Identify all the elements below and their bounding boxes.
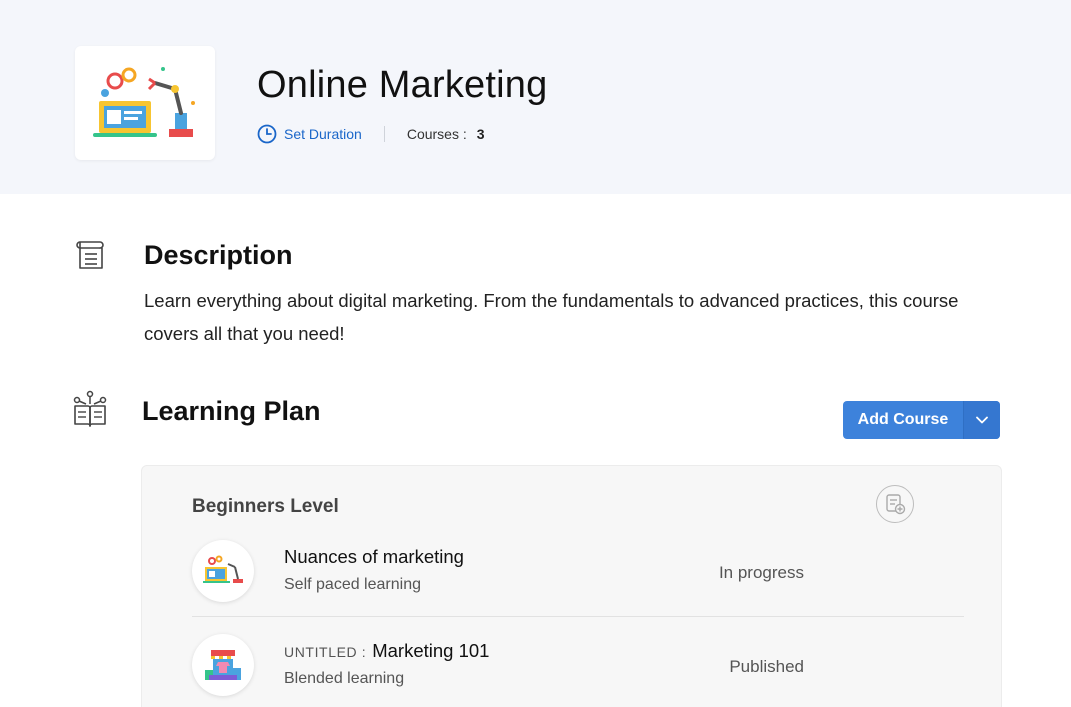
course-header: Online Marketing Set Duration Courses : …: [0, 0, 1071, 194]
chevron-down-icon: [976, 416, 988, 424]
level-title: Beginners Level: [192, 496, 339, 517]
learning-plan-heading: Learning Plan: [142, 396, 321, 426]
meta-divider: [383, 126, 385, 142]
course-meta: Set Duration Courses : 3: [257, 124, 485, 144]
add-course-button[interactable]: Add Course: [843, 401, 1000, 439]
storefront-thumbnail-icon: [205, 650, 241, 680]
clock-icon: [257, 124, 277, 144]
description-text: Learn everything about digital marketing…: [144, 290, 959, 344]
set-duration-link[interactable]: Set Duration: [257, 124, 362, 144]
course-type: Blended learning: [284, 670, 405, 687]
description-heading: Description: [144, 240, 293, 270]
page-title: Online Marketing: [257, 64, 548, 106]
automation-thumbnail-icon: [203, 555, 243, 583]
add-course-label[interactable]: Add Course: [843, 401, 963, 439]
course-row[interactable]: Nuances of marketing Self paced learning…: [192, 540, 964, 610]
course-name[interactable]: Nuances of marketing: [284, 546, 464, 568]
set-duration-label: Set Duration: [284, 126, 362, 142]
level-panel: Beginners Level Nuances of marketing Sel…: [141, 465, 1002, 707]
course-title[interactable]: Nuances of marketing: [284, 546, 464, 567]
book-tree-icon: [72, 390, 108, 435]
course-logo: [75, 46, 215, 160]
add-to-level-button[interactable]: [876, 485, 914, 523]
course-status: Published: [729, 657, 804, 676]
row-divider: [192, 616, 964, 617]
automation-illustration-icon: [93, 67, 195, 137]
add-list-icon: [886, 494, 906, 515]
course-name[interactable]: UNTITLED : Marketing 101: [284, 640, 489, 662]
add-course-dropdown[interactable]: [963, 401, 1000, 439]
scroll-icon: [75, 238, 107, 277]
course-prefix: UNTITLED :: [284, 644, 367, 660]
course-thumbnail: [192, 634, 254, 696]
course-thumbnail: [192, 540, 254, 602]
courses-count: 3: [476, 126, 485, 142]
course-status: In progress: [718, 563, 804, 582]
course-title[interactable]: Marketing 101: [372, 640, 489, 661]
course-row[interactable]: UNTITLED : Marketing 101 Blended learning…: [192, 634, 964, 704]
courses-label: Courses :: [406, 126, 467, 142]
course-type: Self paced learning: [284, 576, 421, 593]
